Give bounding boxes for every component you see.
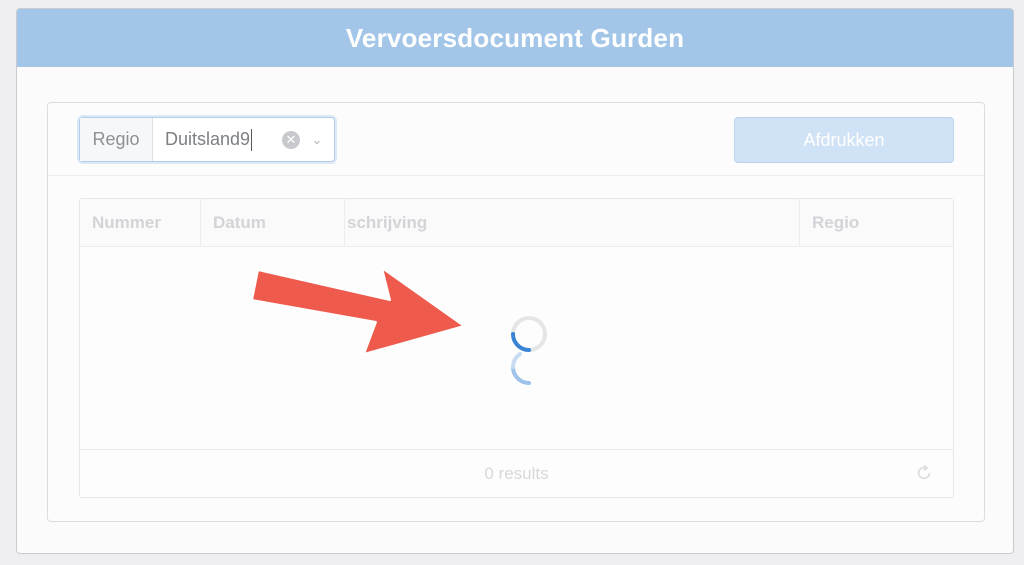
refresh-icon[interactable]: [915, 464, 933, 482]
table-footer: 0 results: [80, 449, 953, 497]
toolbar: Regio Duitsland9 ✕ ⌄ Afdrukken: [48, 103, 984, 176]
main-panel: Regio Duitsland9 ✕ ⌄ Afdrukken Nummer Da…: [47, 102, 985, 522]
column-header-omschrijving[interactable]: schrijving: [345, 199, 800, 246]
region-label: Regio: [80, 118, 153, 161]
region-input[interactable]: Duitsland9: [153, 118, 282, 161]
chevron-down-icon[interactable]: ⌄: [306, 118, 328, 161]
text-caret: [251, 128, 253, 151]
column-header-datum[interactable]: Datum: [201, 199, 345, 246]
print-button-label: Afdrukken: [803, 129, 885, 150]
results-count: 0 results: [484, 463, 549, 483]
region-select[interactable]: Regio Duitsland9 ✕ ⌄: [79, 117, 335, 162]
column-header-regio[interactable]: Regio: [800, 199, 953, 246]
column-header-nummer[interactable]: Nummer: [80, 199, 201, 246]
red-arrow-icon: [251, 267, 465, 355]
app-window: Vervoersdocument Gurden Regio Duitsland9…: [16, 8, 1014, 554]
clear-icon[interactable]: ✕: [282, 130, 300, 149]
window-title: Vervoersdocument Gurden: [345, 22, 685, 53]
print-button[interactable]: Afdrukken: [734, 117, 954, 163]
spinner-icon: [511, 352, 531, 385]
window-titlebar: Vervoersdocument Gurden: [17, 9, 1013, 67]
results-table: Nummer Datum schrijving Regio 0 results: [79, 198, 954, 498]
region-input-value: Duitsland9: [165, 129, 251, 149]
table-header: Nummer Datum schrijving Regio: [80, 199, 953, 247]
